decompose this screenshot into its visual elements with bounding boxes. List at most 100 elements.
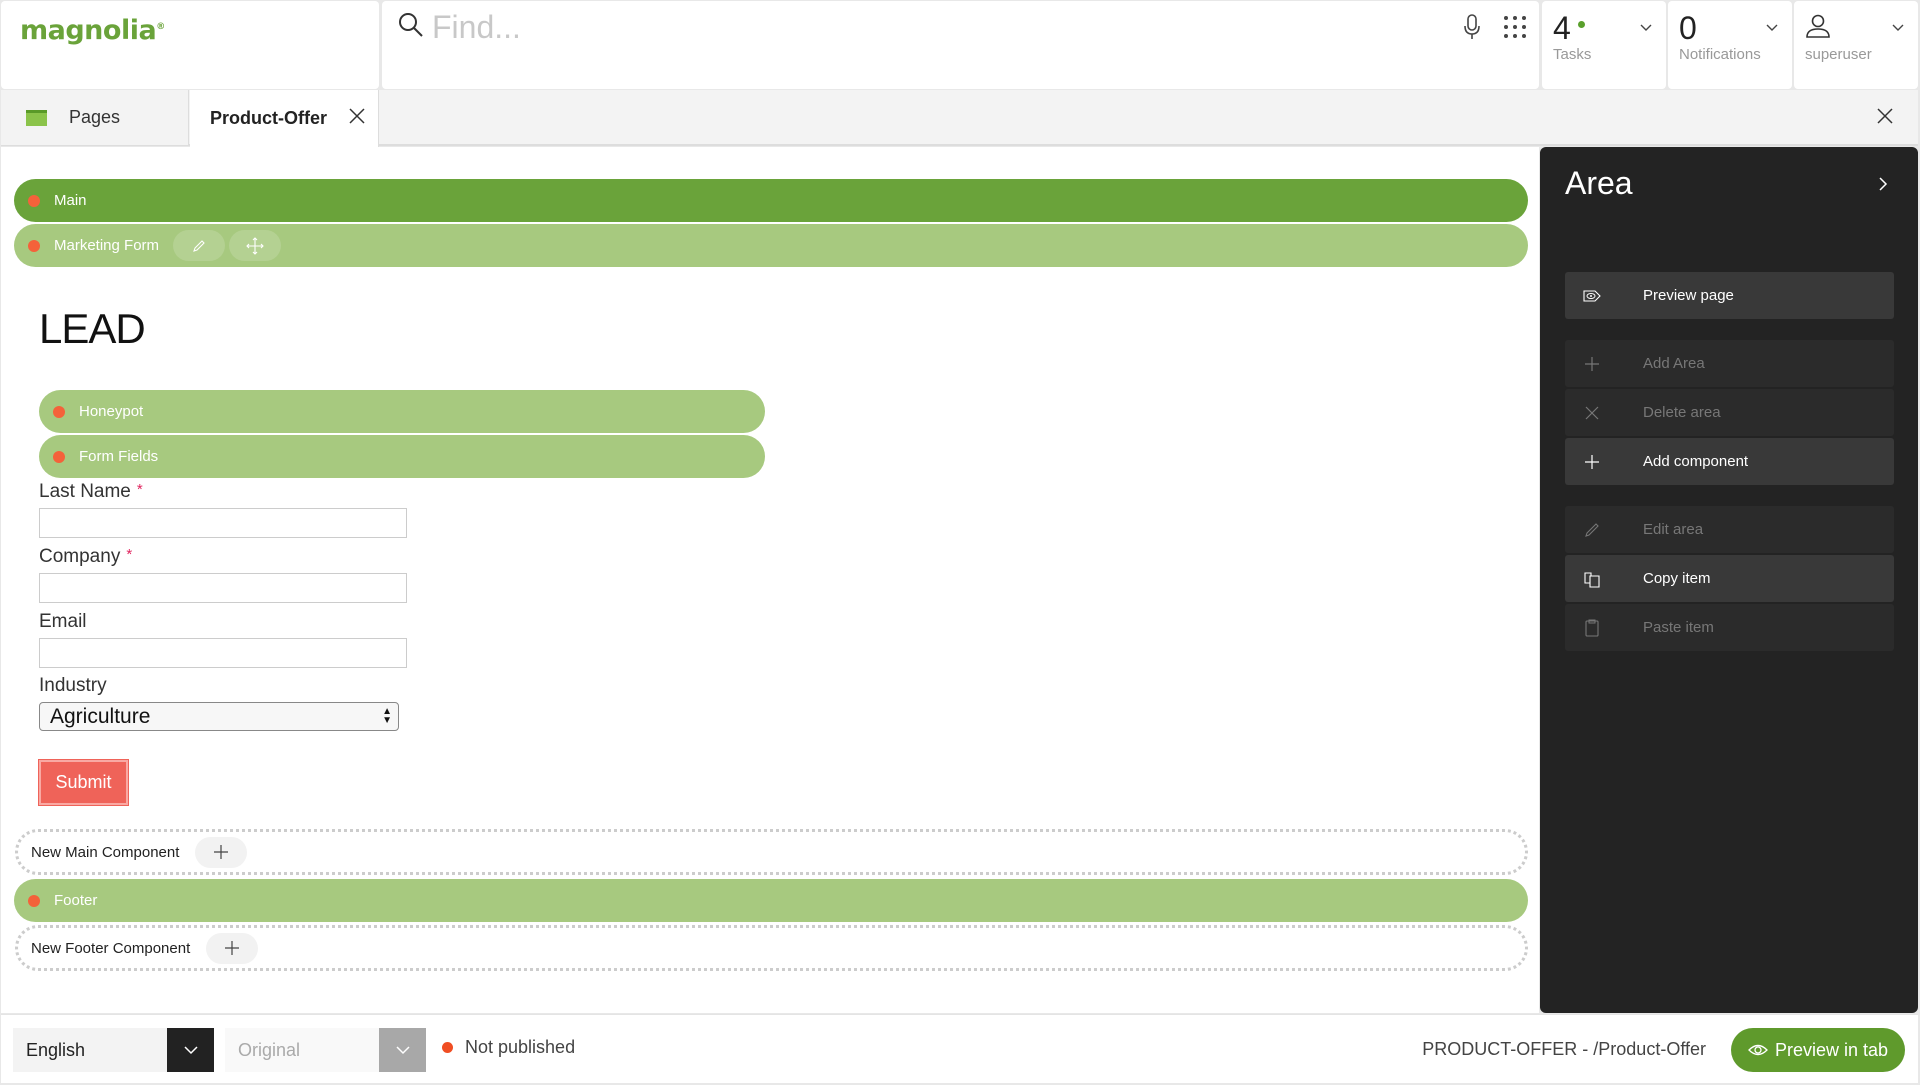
action-paste-item[interactable]: Paste item [1565,604,1894,651]
action-label: Add component [1643,453,1749,470]
logo-container: magnolia® [1,1,379,89]
close-tab-icon[interactable] [348,107,366,130]
new-main-component-placeholder: New Main Component [15,829,1528,875]
required-marker: * [126,546,133,563]
tab-product-offer[interactable]: Product-Offer [190,90,379,147]
chevron-down-icon[interactable] [1892,19,1904,37]
email-input[interactable] [39,638,407,668]
search-icon [397,11,425,44]
add-footer-component-button[interactable] [206,932,259,964]
username: superuser [1805,46,1872,63]
action-label: Paste item [1643,619,1714,636]
select-arrows-icon: ▲ ▼ [382,706,392,726]
edit-component-button[interactable] [173,230,226,261]
page-path: PRODUCT-OFFER - /Product-Offer [1422,1039,1706,1059]
chevron-down-icon[interactable] [1766,19,1778,37]
language-select[interactable]: English [13,1028,214,1072]
action-add-component[interactable]: Add component [1565,438,1894,485]
tab-label: Pages [69,107,121,127]
action-add-area[interactable]: Add Area [1565,340,1894,387]
industry-select[interactable]: Agriculture ▲ ▼ [39,702,399,731]
submit-button[interactable]: Submit [38,759,129,806]
pencil-icon [1582,520,1602,540]
notifications-indicator[interactable]: 0 Notifications [1668,1,1792,89]
area-label: Honeypot [79,403,144,420]
pencil-icon [193,239,205,252]
placeholder-label: New Main Component [31,843,180,861]
microphone-icon[interactable] [1462,13,1482,46]
area-label: Form Fields [79,448,159,465]
new-footer-component-placeholder: New Footer Component [15,925,1528,971]
logo-text: magnolia [20,15,157,46]
tab-pages[interactable]: Pages [1,90,189,145]
action-label: Edit area [1643,521,1704,538]
move-component-button[interactable] [229,230,282,261]
page-editor-canvas: Main Marketing Form LEAD Honeypot Form F… [1,147,1539,1013]
placeholder-label: New Footer Component [31,939,191,957]
action-preview-page[interactable]: Preview page [1565,272,1894,319]
area-bar-honeypot[interactable]: Honeypot [39,390,765,433]
search-bar [382,1,1539,89]
industry-label: Industry [39,675,107,696]
add-main-component-button[interactable] [195,836,248,868]
magnolia-logo[interactable]: magnolia® [20,15,165,46]
notifications-label: Notifications [1679,46,1761,63]
area-bar-footer[interactable]: Footer [14,879,1528,922]
version-value: Original [238,1039,301,1060]
status-text: Not published [465,1037,576,1057]
pages-app-icon [26,109,47,126]
panel-title: Area [1565,165,1633,201]
required-marker: * [136,481,143,498]
area-bar-main[interactable]: Main [14,179,1528,222]
clipboard-icon [1582,618,1602,638]
unpublished-dot [53,405,65,418]
action-copy-item[interactable]: Copy item [1565,555,1894,602]
action-panel: Area Preview page Add Area Delete area A… [1540,147,1918,1013]
user-menu[interactable]: superuser [1794,1,1918,89]
unpublished-dot [28,894,40,907]
unpublished-dot [53,450,65,463]
last-name-label: Last Name * [39,481,143,502]
plus-icon [1582,452,1602,472]
move-icon [246,236,264,255]
action-label: Preview page [1643,287,1734,304]
tab-label: Product-Offer [210,108,327,128]
company-input[interactable] [39,573,407,603]
unpublished-dot [28,194,40,207]
component-bar-marketing-form[interactable]: Marketing Form [14,224,1528,267]
industry-selected-value: Agriculture [50,704,151,728]
last-name-input[interactable] [39,508,407,538]
tasks-indicator-dot [1578,21,1585,28]
tasks-label: Tasks [1553,46,1592,63]
language-value: English [26,1039,86,1060]
search-input[interactable] [432,7,1332,47]
tasks-indicator[interactable]: 4 Tasks [1542,1,1666,89]
chevron-down-icon[interactable] [1640,19,1652,37]
chevron-down-icon[interactable] [167,1028,214,1072]
plus-icon [1582,354,1602,374]
action-label: Copy item [1643,570,1711,587]
action-edit-area[interactable]: Edit area [1565,506,1894,553]
x-icon [1582,403,1602,423]
eye-tag-icon [1582,286,1602,306]
action-delete-area[interactable]: Delete area [1565,389,1894,436]
area-bar-form-fields[interactable]: Form Fields [39,435,765,478]
app-tab-bar: Pages Product-Offer [1,90,1918,147]
chevron-down-icon[interactable] [379,1028,426,1072]
unpublished-dot [28,239,40,252]
action-label: Add Area [1643,355,1705,372]
plus-icon [225,941,240,955]
company-label: Company * [39,546,133,567]
component-label: Marketing Form [54,237,160,254]
tasks-count: 4 [1553,10,1571,46]
notifications-count: 0 [1679,10,1697,46]
preview-in-tab-button[interactable]: Preview in tab [1731,1028,1905,1072]
action-label: Delete area [1643,404,1721,421]
version-select[interactable]: Original [225,1028,426,1072]
publication-status: Not published [442,1037,575,1058]
close-app-icon[interactable] [1876,107,1894,130]
status-bar: English Original Not published PRODUCT-O… [1,1014,1918,1083]
app-launcher-icon[interactable] [1503,15,1527,44]
form-heading: LEAD [39,305,146,352]
chevron-right-icon[interactable] [1878,177,1888,196]
